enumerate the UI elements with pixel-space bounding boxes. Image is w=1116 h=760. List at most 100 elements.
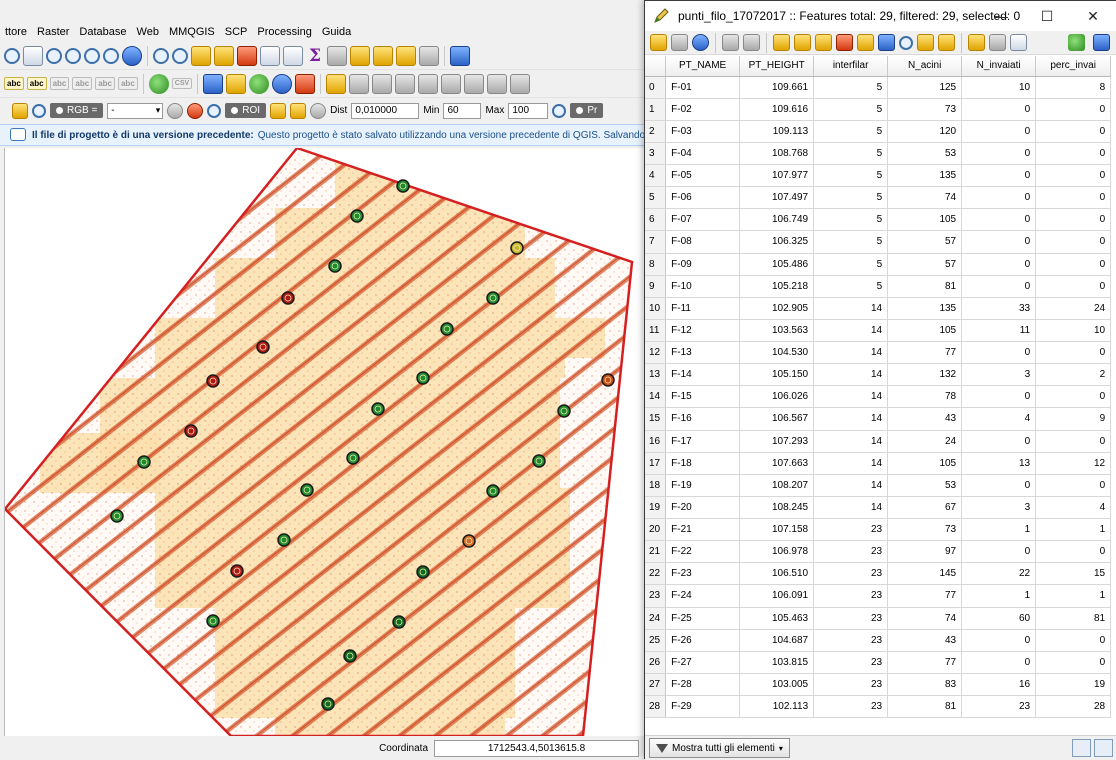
table-cell[interactable]: F-14 <box>665 363 741 387</box>
row-header[interactable]: 2 <box>645 120 667 143</box>
table-cell[interactable]: 102.113 <box>739 695 815 719</box>
table-cell[interactable]: 105.218 <box>739 275 815 298</box>
table-cell[interactable]: 1 <box>961 584 1037 608</box>
table-cell[interactable]: 0 <box>1035 540 1112 564</box>
row-header[interactable]: 3 <box>645 142 667 166</box>
table-cell[interactable]: 67 <box>887 496 963 520</box>
row-header[interactable]: 12 <box>645 341 667 365</box>
table-cell[interactable]: 4 <box>961 407 1037 431</box>
table-cell[interactable]: 0 <box>961 98 1037 121</box>
scp-preview-zoom-icon[interactable] <box>552 103 567 118</box>
table-cell[interactable]: 0 <box>1035 651 1112 674</box>
table-cell[interactable]: 106.026 <box>739 385 815 409</box>
table-cell[interactable]: 5 <box>813 186 889 210</box>
table-cell[interactable]: F-29 <box>665 695 741 719</box>
table-row[interactable]: 14 F-15 106.026 14 78 0 0 <box>645 385 1112 409</box>
table-cell[interactable]: 0 <box>961 341 1037 365</box>
table-cell[interactable]: 105 <box>887 319 963 343</box>
table-cell[interactable]: 0 <box>1035 629 1112 652</box>
table-cell[interactable]: F-27 <box>665 651 741 674</box>
table-cell[interactable]: 15 <box>1035 562 1112 586</box>
table-cell[interactable]: 0 <box>961 230 1037 254</box>
table-cell[interactable]: 5 <box>813 275 889 298</box>
table-cell[interactable]: 22 <box>961 562 1037 586</box>
sample-point[interactable] <box>184 424 198 438</box>
sample-point[interactable] <box>557 404 571 418</box>
row-header[interactable]: 8 <box>645 253 667 276</box>
table-row[interactable]: 3 F-04 108.768 5 53 0 0 <box>645 142 1112 166</box>
corner-header[interactable] <box>645 56 667 77</box>
table-cell[interactable]: 0 <box>1035 230 1112 254</box>
zoom-in-icon[interactable] <box>4 47 20 64</box>
table-cell[interactable]: 0 <box>1035 253 1112 276</box>
column-header[interactable]: interfilar <box>813 56 889 77</box>
pan-to-selected-icon[interactable] <box>878 34 895 51</box>
table-cell[interactable]: 23 <box>813 540 889 564</box>
table-cell[interactable]: 103.005 <box>739 673 815 697</box>
rgb-toggle[interactable]: RGB = <box>50 103 104 118</box>
sample-point[interactable] <box>440 322 454 336</box>
row-header[interactable]: 5 <box>645 186 667 210</box>
table-cell[interactable]: 1 <box>961 518 1037 542</box>
measure-icon[interactable] <box>327 45 347 66</box>
text-annotation-icon[interactable] <box>419 45 439 66</box>
row-header[interactable]: 0 <box>645 76 667 99</box>
table-cell[interactable]: F-05 <box>665 164 741 188</box>
table-cell[interactable]: 5 <box>813 142 889 166</box>
sample-point[interactable] <box>256 340 270 354</box>
table-cell[interactable]: 0 <box>1035 474 1112 497</box>
table-cell[interactable]: F-02 <box>665 98 741 121</box>
help-icon[interactable] <box>450 45 470 66</box>
table-cell[interactable]: 5 <box>813 98 889 121</box>
table-cell[interactable]: F-03 <box>665 120 741 143</box>
dist-spinbox[interactable]: 0,010000 <box>351 102 420 119</box>
table-cell[interactable]: F-17 <box>665 430 741 453</box>
row-header[interactable]: 20 <box>645 518 667 542</box>
table-cell[interactable]: 23 <box>813 673 889 697</box>
sample-point[interactable] <box>343 649 357 663</box>
scp-redo-icon[interactable] <box>310 102 327 119</box>
map-canvas[interactable] <box>4 148 645 736</box>
table-row[interactable]: 22 F-23 106.510 23 145 22 15 <box>645 562 1112 586</box>
merge-icon[interactable] <box>487 73 508 94</box>
sample-point[interactable] <box>346 451 360 465</box>
table-cell[interactable]: 73 <box>887 98 963 121</box>
column-header[interactable]: PT_HEIGHT <box>739 56 815 77</box>
table-row[interactable]: 26 F-27 103.815 23 77 0 0 <box>645 651 1112 674</box>
table-cell[interactable]: 0 <box>1035 430 1112 453</box>
table-cell[interactable]: 60 <box>961 607 1037 630</box>
table-cell[interactable]: F-19 <box>665 474 741 497</box>
sample-point[interactable] <box>371 402 385 416</box>
label-rotate-icon[interactable]: abc <box>95 77 115 90</box>
row-header[interactable]: 21 <box>645 540 667 564</box>
column-header[interactable]: N_acini <box>887 56 963 77</box>
zoom-last-icon[interactable] <box>84 47 100 64</box>
sample-point[interactable] <box>277 533 291 547</box>
table-cell[interactable]: 14 <box>813 297 889 320</box>
field-calculator-icon[interactable] <box>283 45 303 66</box>
maximize-button[interactable]: ☐ <box>1024 1 1070 31</box>
table-cell[interactable]: 106.325 <box>739 230 815 254</box>
table-cell[interactable]: 1 <box>1035 584 1112 608</box>
table-cell[interactable]: 14 <box>813 385 889 409</box>
digitize-icon[interactable] <box>295 73 316 94</box>
table-view-button[interactable] <box>1072 739 1091 757</box>
row-header[interactable]: 26 <box>645 651 667 674</box>
table-cell[interactable]: 43 <box>887 407 963 431</box>
table-cell[interactable]: 4 <box>1035 496 1112 520</box>
sample-point[interactable] <box>392 615 406 629</box>
table-cell[interactable]: 14 <box>813 341 889 365</box>
table-cell[interactable]: 104.687 <box>739 629 815 652</box>
table-cell[interactable]: 0 <box>961 629 1037 652</box>
table-row[interactable]: 27 F-28 103.005 23 83 16 19 <box>645 673 1112 697</box>
sample-point[interactable] <box>486 291 500 305</box>
sample-point[interactable] <box>396 179 410 193</box>
table-cell[interactable]: 0 <box>1035 208 1112 232</box>
table-cell[interactable]: F-20 <box>665 496 741 520</box>
row-header[interactable]: 18 <box>645 474 667 497</box>
table-cell[interactable]: 107.663 <box>739 452 815 475</box>
menu-guida[interactable]: Guida <box>317 26 356 38</box>
row-header[interactable]: 27 <box>645 673 667 697</box>
table-cell[interactable]: F-21 <box>665 518 741 542</box>
table-cell[interactable]: 97 <box>887 540 963 564</box>
